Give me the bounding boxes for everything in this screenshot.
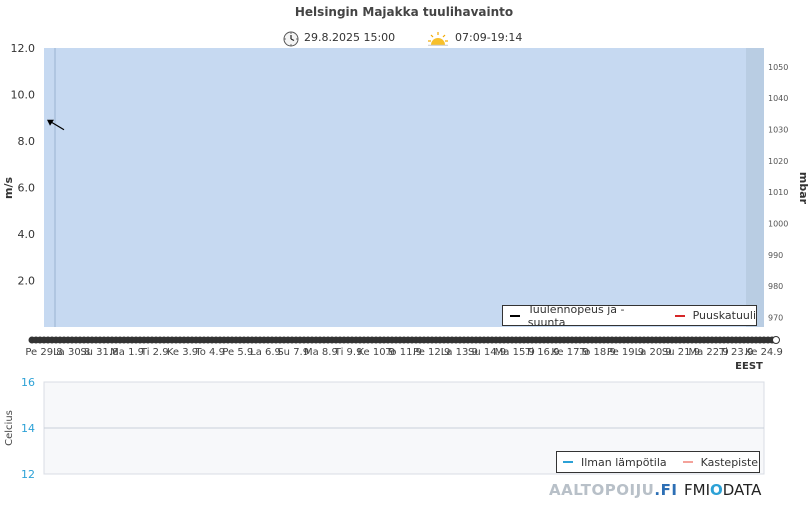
fmi-logo-text: FMI	[684, 481, 710, 499]
legend-label-gust: Puuskatuuli	[692, 309, 756, 322]
temp-y-tick-label: 16	[21, 376, 35, 389]
wind-legend: Tuulennopeus ja -suunta Puuskatuuli	[502, 302, 757, 329]
aaltopoiju-logo: AALTOPOIJU.FI	[549, 481, 677, 499]
legend-swatch-gust	[674, 314, 685, 317]
temperature-legend: Ilman lämpötila Kastepiste	[556, 451, 760, 473]
aaltopoiju-logo-text: AALTOPOIJU	[549, 481, 655, 499]
temp-y-axis-label: Celcius	[4, 410, 15, 446]
temp-y-tick-label: 14	[21, 422, 35, 435]
temp-y-tick-label: 12	[21, 468, 35, 481]
legend-swatch-temperature	[563, 461, 573, 463]
fmi-data-logo: FMIODATA	[684, 481, 761, 499]
aaltopoiju-logo-suffix: .FI	[654, 481, 678, 499]
data-logo-text: DATA	[722, 481, 762, 499]
data-logo-o: O	[710, 481, 723, 499]
legend-label-wind: Tuulennopeus ja -suunta	[527, 302, 625, 329]
legend-swatch-wind	[510, 314, 520, 317]
legend-swatch-dewpoint	[682, 461, 693, 463]
legend-label-temperature: Ilman lämpötila	[581, 455, 667, 469]
temperature-chart: 12 14 16 Celcius	[4, 376, 765, 481]
legend-label-dewpoint: Kastepiste	[700, 455, 759, 469]
